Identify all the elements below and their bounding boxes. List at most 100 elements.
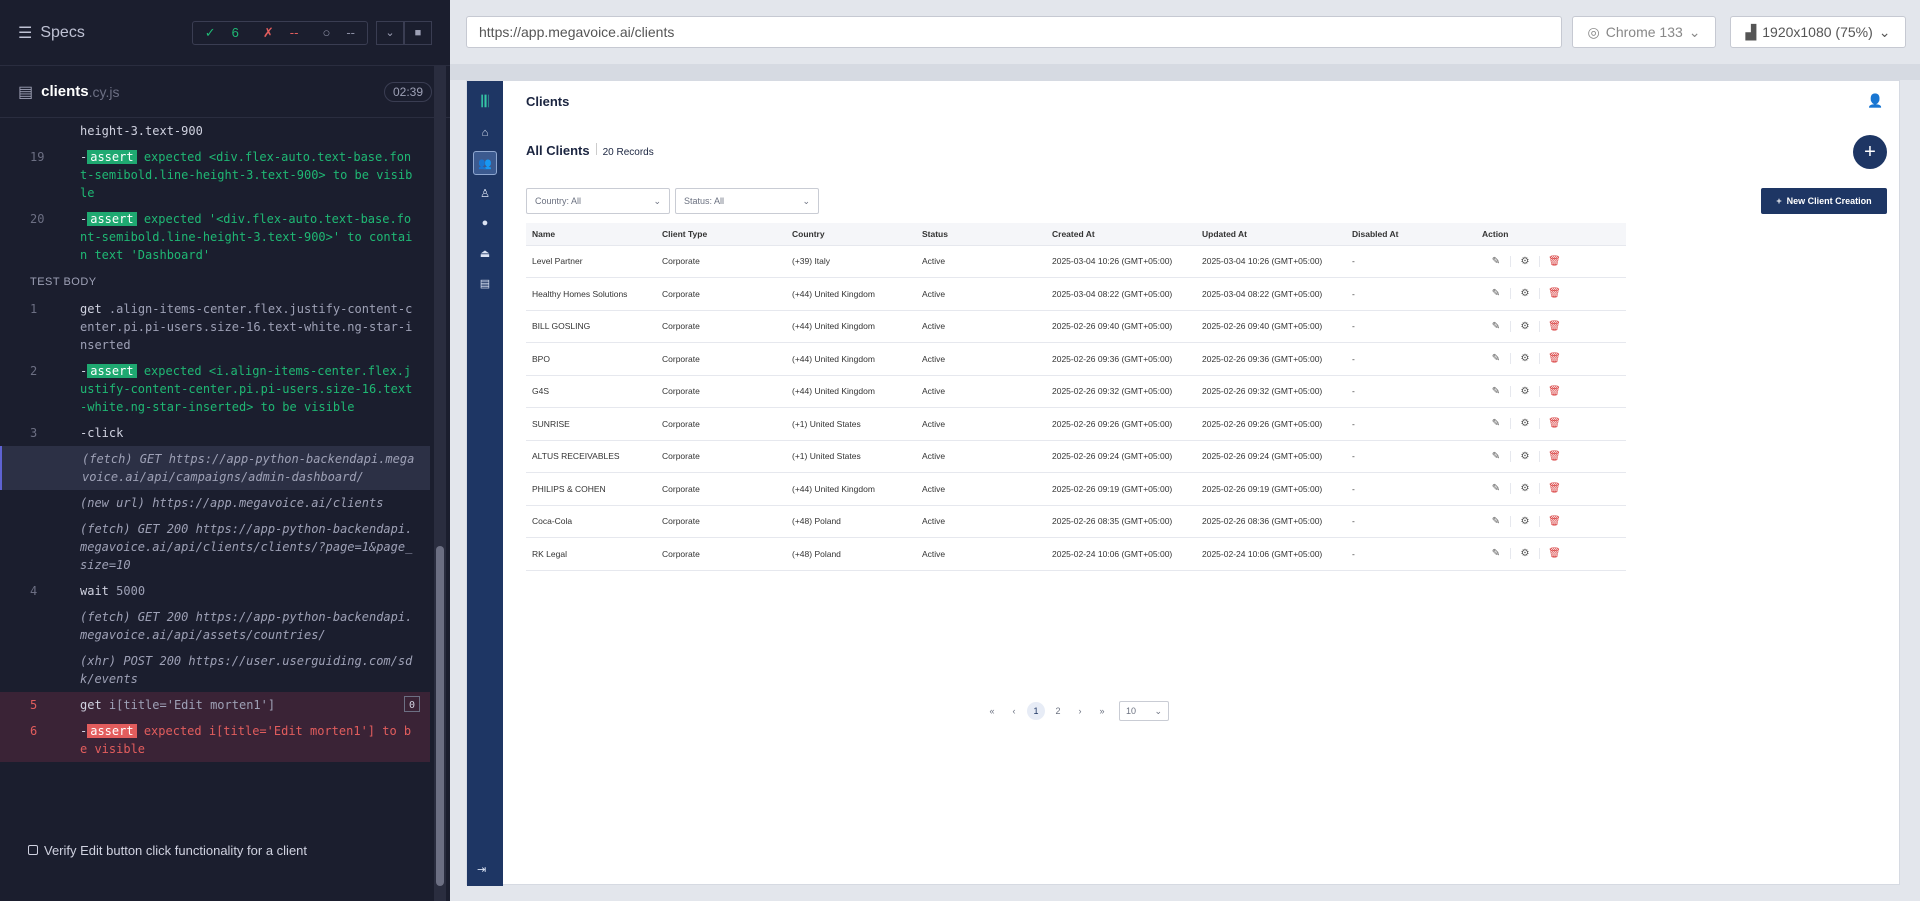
- file-icon[interactable]: ▤: [473, 271, 497, 295]
- circle-icon[interactable]: ●: [473, 211, 497, 235]
- chevron-down-icon: ⌄: [802, 195, 810, 206]
- cell-type: Corporate: [656, 407, 786, 441]
- page-2[interactable]: 2: [1049, 702, 1067, 720]
- cell-name: SUNRISE: [526, 407, 656, 441]
- trash-icon[interactable]: 🗑: [1540, 451, 1569, 462]
- gear-icon[interactable]: ⚙: [1511, 548, 1540, 560]
- command-row[interactable]: 2 - assert expected <i.align-items-center.…: [0, 358, 430, 420]
- url-bar[interactable]: https://app.megavoice.ai/clients: [466, 16, 1562, 48]
- edit-icon[interactable]: ✎: [1482, 255, 1511, 267]
- users-icon[interactable]: 👥: [473, 151, 497, 175]
- cell-updated: 2025-02-26 08:36 (GMT+05:00): [1196, 505, 1346, 538]
- trash-icon[interactable]: 🗑: [1540, 418, 1569, 429]
- edit-icon[interactable]: ✎: [1482, 483, 1511, 495]
- scrollbar-thumb[interactable]: [436, 546, 444, 886]
- avatar[interactable]: 👤: [1867, 93, 1883, 109]
- command-row[interactable]: 4 wait 5000: [0, 578, 430, 604]
- command-body: (new url) https://app.megavoice.ai/clien…: [80, 494, 420, 512]
- command-row[interactable]: 20 - assert expected '<div.flex-auto.text-…: [0, 206, 430, 268]
- command-number: 3: [30, 426, 38, 440]
- new-client-button[interactable]: + New Client Creation: [1761, 188, 1887, 214]
- column-header: Status: [916, 223, 1046, 246]
- inbox-icon[interactable]: ⏏: [473, 241, 497, 265]
- table-row: RK Legal Corporate (+48) Poland Active 2025-…: [526, 537, 1626, 571]
- command-row[interactable]: 1 get .align-items-center.flex.justify-co…: [0, 296, 430, 358]
- edit-icon[interactable]: ✎: [1482, 548, 1511, 560]
- command-body: wait 5000: [80, 582, 420, 600]
- gear-icon[interactable]: ⚙: [1511, 288, 1540, 300]
- command-row[interactable]: (xhr) POST 200 https://user.userguiding.…: [0, 648, 430, 692]
- gear-icon[interactable]: ⚙: [1511, 255, 1540, 267]
- menu-icon: ☰: [18, 24, 33, 42]
- gear-icon[interactable]: ⚙: [1511, 385, 1540, 397]
- next-page-icon[interactable]: ›: [1071, 702, 1089, 720]
- command-body: (xhr) POST 200 https://user.userguiding.…: [80, 652, 420, 688]
- command-text: (fetch) GET 200 https://app-python-backe…: [80, 522, 413, 572]
- command-row[interactable]: (fetch) GET 200 https://app-python-backe…: [0, 604, 430, 648]
- cell-country: (+44) United Kingdom: [786, 375, 916, 408]
- edit-icon[interactable]: ✎: [1482, 385, 1511, 397]
- command-number: [32, 450, 82, 486]
- command-row[interactable]: 5 get i[title='Edit morten1'] 0: [0, 692, 430, 718]
- page-1[interactable]: 1: [1027, 702, 1045, 720]
- command-row[interactable]: 6 - assert expected i[title='Edit morten1'…: [0, 718, 430, 762]
- last-page-icon[interactable]: »: [1093, 702, 1111, 720]
- edit-icon[interactable]: ✎: [1482, 353, 1511, 365]
- status-filter[interactable]: Status: All ⌄: [675, 188, 819, 214]
- gear-icon[interactable]: ⚙: [1511, 353, 1540, 365]
- row-actions: ✎ ⚙ 🗑: [1482, 483, 1626, 495]
- specs-toggle[interactable]: ☰ Specs: [18, 23, 192, 43]
- trash-icon[interactable]: 🗑: [1540, 256, 1569, 267]
- command-row[interactable]: height-3.text-900: [0, 118, 430, 144]
- trash-icon[interactable]: 🗑: [1540, 353, 1569, 364]
- gear-icon[interactable]: ⚙: [1511, 320, 1540, 332]
- cell-status: Active: [916, 245, 1046, 278]
- specs-label: Specs: [40, 23, 85, 41]
- trash-icon[interactable]: 🗑: [1540, 516, 1569, 527]
- gear-icon[interactable]: ⚙: [1511, 483, 1540, 495]
- runner-scrollbar[interactable]: [434, 66, 446, 901]
- cell-action: ✎ ⚙ 🗑: [1476, 310, 1626, 343]
- stop-icon[interactable]: ■: [404, 20, 432, 45]
- gear-icon[interactable]: ⚙: [1511, 450, 1540, 462]
- table-header: Name Client Type Country Status Created At Up…: [526, 223, 1626, 246]
- trash-icon[interactable]: 🗑: [1540, 548, 1569, 559]
- viewport-select[interactable]: ▟ 1920x1080 (75%) ⌄: [1730, 16, 1906, 48]
- trash-icon[interactable]: 🗑: [1540, 483, 1569, 494]
- add-button[interactable]: +: [1853, 135, 1887, 169]
- command-row[interactable]: (fetch) GET 200 https://app-python-backe…: [0, 516, 430, 578]
- user-icon[interactable]: ♙: [473, 181, 497, 205]
- command-row[interactable]: 3 -click: [0, 420, 430, 446]
- logout-icon[interactable]: ⇥: [477, 863, 486, 876]
- gear-icon[interactable]: ⚙: [1511, 418, 1540, 430]
- first-page-icon[interactable]: «: [983, 702, 1001, 720]
- home-icon[interactable]: ⌂: [473, 121, 497, 145]
- cell-country: (+1) United States: [786, 407, 916, 441]
- command-row[interactable]: (new url) https://app.megavoice.ai/clien…: [0, 490, 430, 516]
- edit-icon[interactable]: ✎: [1482, 288, 1511, 300]
- browser-select[interactable]: ◎ Chrome 133 ⌄: [1572, 16, 1716, 48]
- trash-icon[interactable]: 🗑: [1540, 386, 1569, 397]
- trash-icon[interactable]: 🗑: [1540, 288, 1569, 299]
- edit-icon[interactable]: ✎: [1482, 418, 1511, 430]
- test-runner-panel: ☰ Specs ✓ 6 ✗ -- ○ -- ⌄ ■ ▤ clients .cy.js …: [0, 0, 450, 901]
- command-text: (fetch) GET 200 https://app-python-backe…: [80, 610, 413, 642]
- page-size-select[interactable]: 10 ⌄: [1119, 701, 1169, 721]
- gear-icon[interactable]: ⚙: [1511, 515, 1540, 527]
- edit-icon[interactable]: ✎: [1482, 450, 1511, 462]
- command-row[interactable]: 19 - assert expected <div.flex-auto.text-b…: [0, 144, 430, 206]
- chevron-down-icon[interactable]: ⌄: [376, 20, 404, 45]
- test-body-section[interactable]: TEST BODY: [0, 268, 430, 296]
- cell-created: 2025-03-04 10:26 (GMT+05:00): [1046, 245, 1196, 278]
- cell-status: Active: [916, 505, 1046, 538]
- test-title[interactable]: Verify Edit button click functionality f…: [0, 835, 430, 865]
- check-icon: ✓: [204, 24, 216, 40]
- trash-icon[interactable]: 🗑: [1540, 321, 1569, 332]
- row-actions: ✎ ⚙ 🗑: [1482, 288, 1626, 300]
- command-row[interactable]: (fetch) GET https://app-python-backendap…: [0, 446, 430, 490]
- edit-icon[interactable]: ✎: [1482, 515, 1511, 527]
- cell-action: ✎ ⚙ 🗑: [1476, 375, 1626, 408]
- country-filter[interactable]: Country: All ⌄: [526, 188, 670, 214]
- prev-page-icon[interactable]: ‹: [1005, 702, 1023, 720]
- edit-icon[interactable]: ✎: [1482, 320, 1511, 332]
